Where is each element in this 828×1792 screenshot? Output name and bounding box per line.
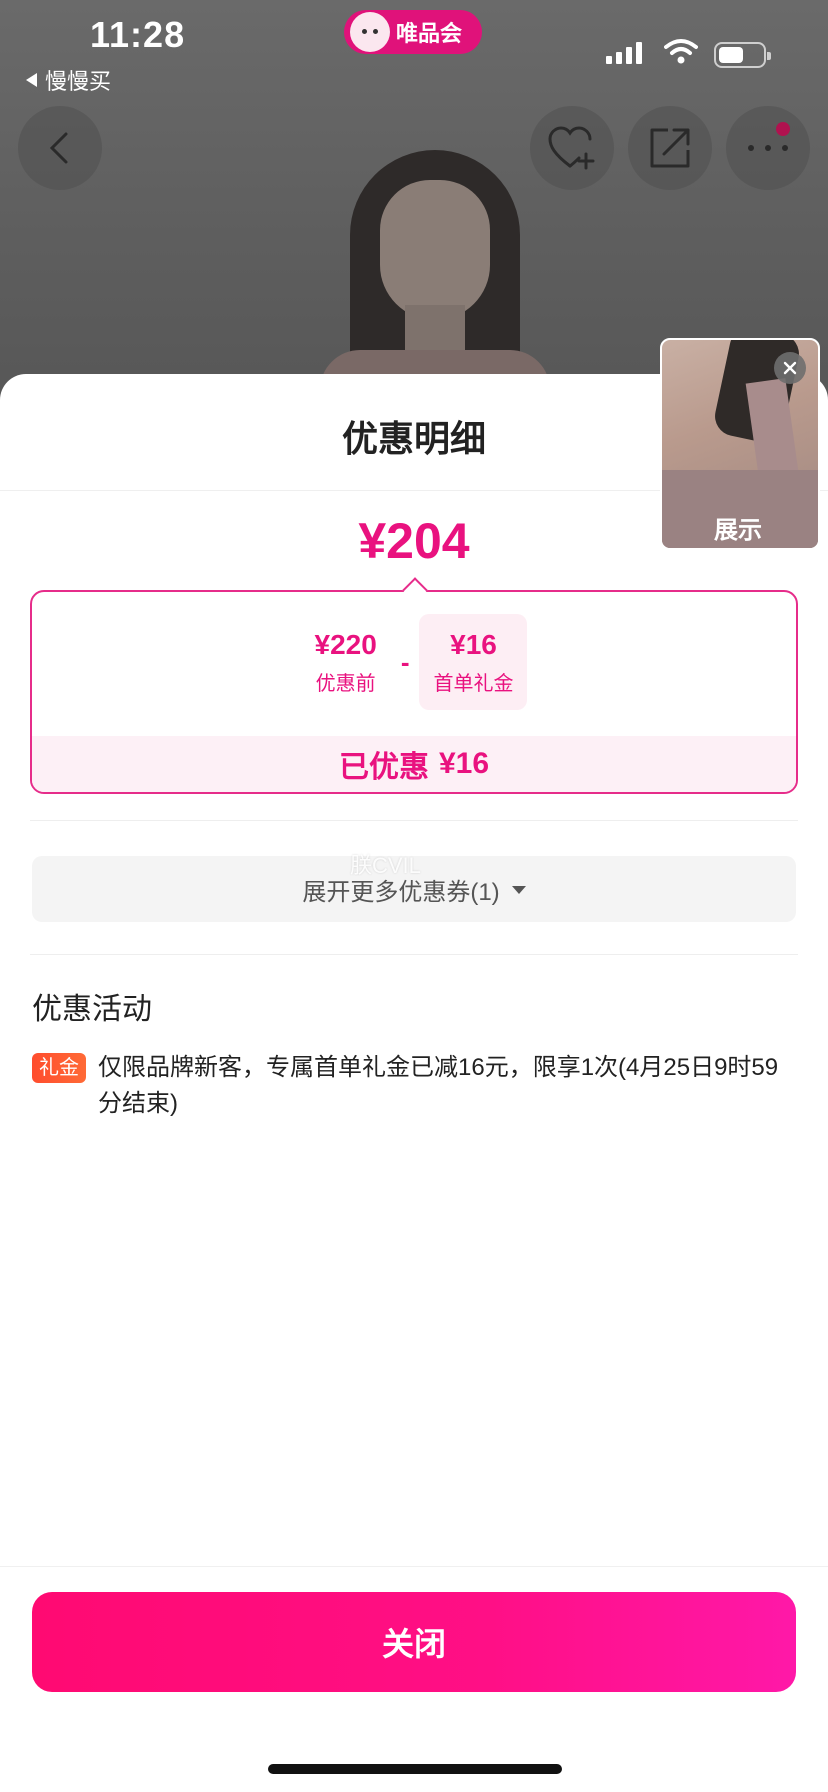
more-button[interactable] <box>726 106 810 190</box>
favorite-button[interactable] <box>530 106 614 190</box>
back-triangle-icon <box>26 73 37 87</box>
brand-name: 唯品会 <box>396 21 463 46</box>
mascot-icon <box>350 12 390 52</box>
floating-video-thumbnail[interactable]: 展示 <box>660 338 820 550</box>
minus-operator: - <box>400 646 410 677</box>
share-button[interactable] <box>628 106 712 190</box>
price-breakdown-card: ¥220 优惠前 - ¥16 首单礼金 已优惠 ¥16 <box>30 577 798 794</box>
divider <box>0 1566 828 1567</box>
watermark: 朕CVIL <box>350 853 421 878</box>
promo-tag: 礼金 <box>32 1053 86 1083</box>
price-calculation: ¥220 优惠前 - ¥16 首单礼金 <box>32 612 796 712</box>
divider <box>30 820 798 821</box>
original-price-label: 优惠前 <box>315 672 376 695</box>
close-button[interactable]: 关闭 <box>32 1592 796 1692</box>
back-app-label: 慢慢买 <box>45 69 112 94</box>
more-dots-icon <box>748 145 788 151</box>
status-time: 11:28 <box>90 14 186 55</box>
saved-amount: ¥16 <box>438 747 490 780</box>
nav-back-button[interactable] <box>18 106 102 190</box>
discount-item: ¥16 首单礼金 <box>419 614 528 710</box>
promo-section-title: 优惠活动 <box>32 993 152 1026</box>
original-price-item: ¥220 优惠前 <box>301 614 391 710</box>
promo-item: 礼金 仅限品牌新客，专属首单礼金已减16元，限享1次(4月25日9时59分结束) <box>32 1050 782 1122</box>
close-icon <box>783 361 797 375</box>
saved-summary: 已优惠 ¥16 <box>32 736 796 792</box>
promo-description: 仅限品牌新客，专属首单礼金已减16元，限享1次(4月25日9时59分结束) <box>98 1054 779 1117</box>
divider <box>30 954 798 955</box>
battery-icon <box>714 42 771 68</box>
heart-plus-icon <box>548 126 595 170</box>
discount-amount: ¥16 <box>450 628 497 660</box>
card-notch <box>402 577 428 603</box>
original-price: ¥220 <box>314 628 377 660</box>
discount-label: 首单礼金 <box>433 672 514 695</box>
back-to-app-link[interactable]: 慢慢买 <box>26 64 111 96</box>
brand-pill: 唯品会 <box>344 10 482 54</box>
share-icon <box>650 128 690 168</box>
floating-video-label: 展示 <box>714 517 762 544</box>
saved-label: 已优惠 <box>338 751 429 784</box>
cellular-signal-icon <box>606 42 642 64</box>
discount-detail-sheet: 优惠明细 ¥204 ¥220 优惠前 - ¥16 首单礼金 已优惠 ¥16 展开… <box>0 374 828 1792</box>
floating-video-close-button[interactable] <box>774 352 806 384</box>
wifi-icon <box>664 39 698 64</box>
caret-down-icon <box>511 886 526 894</box>
chevron-left-icon <box>49 132 68 164</box>
home-indicator[interactable] <box>268 1764 562 1774</box>
notification-dot <box>776 122 790 136</box>
